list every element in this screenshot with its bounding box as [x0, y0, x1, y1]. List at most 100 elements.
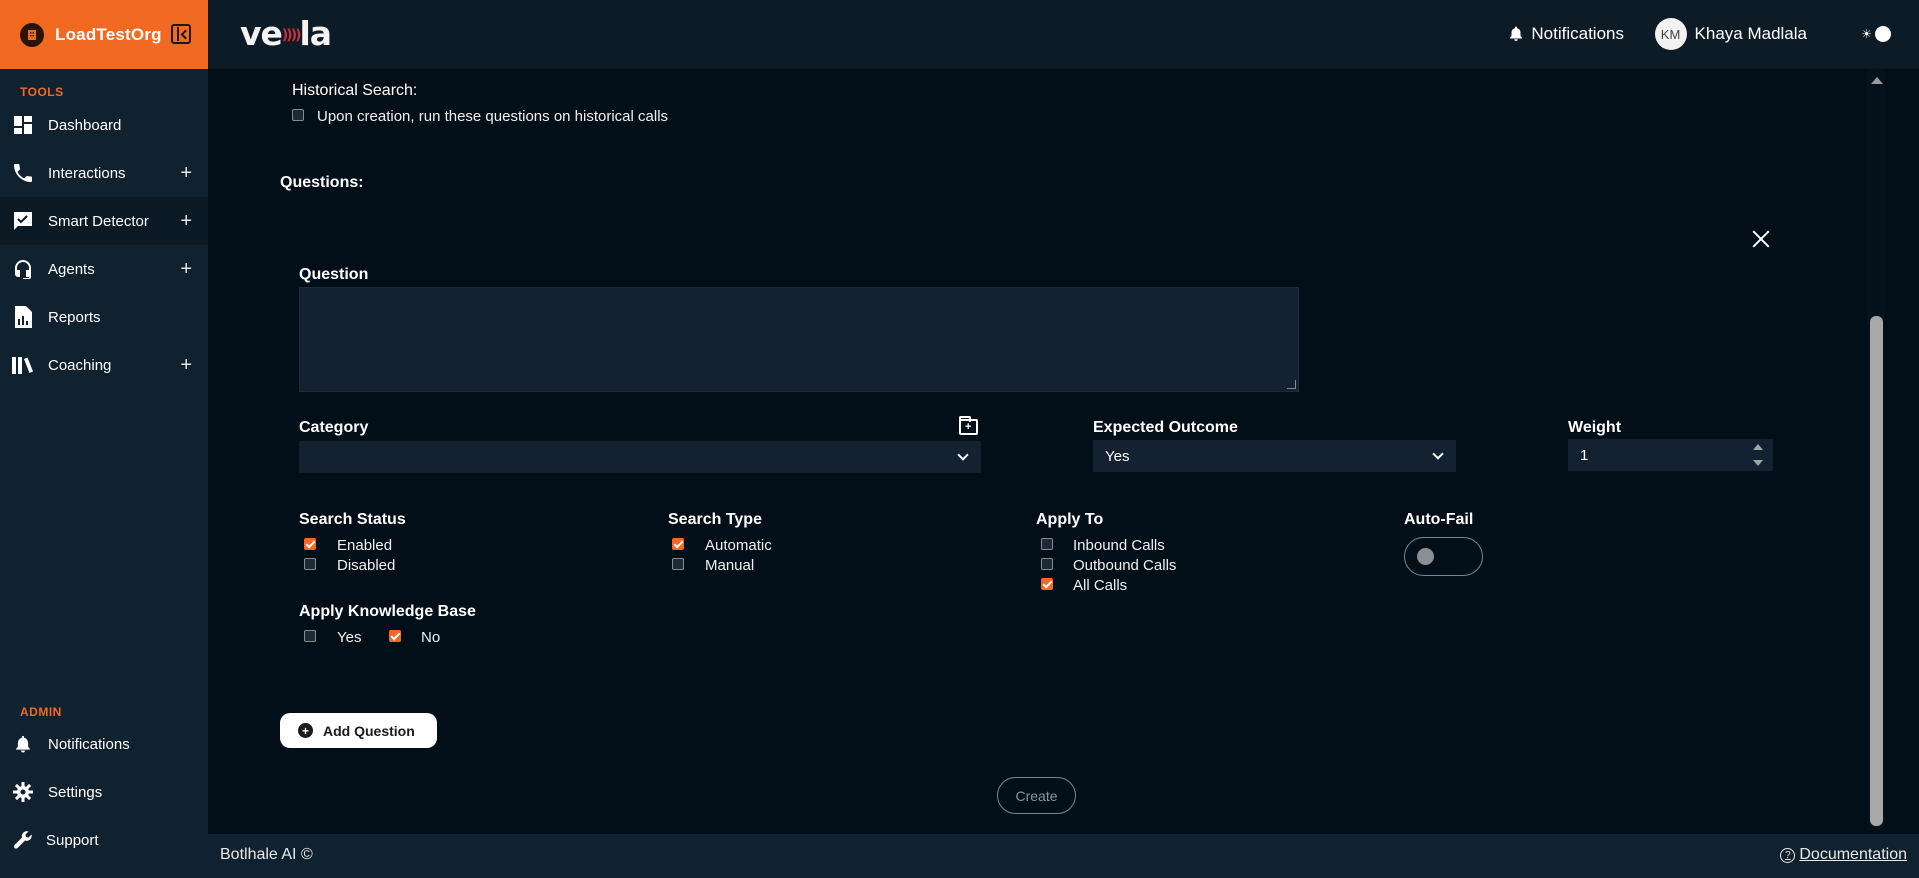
historical-search-label: Historical Search:: [292, 82, 418, 99]
org-switcher[interactable]: LoadTestOrg: [0, 0, 208, 69]
sidebar-item-label: Smart Detector: [48, 212, 149, 230]
weight-input[interactable]: 1: [1568, 439, 1773, 471]
expected-outcome-select[interactable]: Yes: [1093, 440, 1456, 472]
auto-fail-label: Auto-Fail: [1404, 511, 1474, 528]
question-label: Question: [299, 266, 369, 283]
tools-section-label: TOOLS: [20, 85, 64, 99]
books-icon: [12, 354, 34, 376]
sidebar-item-settings[interactable]: Settings: [0, 768, 208, 816]
add-folder-icon[interactable]: +: [959, 416, 978, 435]
knowledge-base-no-checkbox[interactable]: [389, 630, 401, 642]
weight-value: 1: [1580, 446, 1589, 464]
apply-to-outbound-checkbox[interactable]: [1041, 558, 1053, 570]
bell-icon: [12, 733, 34, 755]
apply-to-all-calls-label: All Calls: [1073, 577, 1128, 594]
chat-check-icon: [12, 210, 34, 232]
sidebar-item-reports[interactable]: Reports: [0, 293, 208, 341]
scroll-thumb[interactable]: [1870, 316, 1883, 826]
footer: Botlhale AI © ? Documentation: [208, 834, 1919, 878]
search-status-disabled-label: Disabled: [337, 557, 396, 574]
expected-outcome-value: Yes: [1105, 447, 1130, 465]
search-status-enabled-label: Enabled: [337, 537, 393, 554]
bell-icon: [1509, 26, 1523, 42]
expected-outcome-label: Expected Outcome: [1093, 419, 1238, 436]
vertical-scrollbar[interactable]: [1867, 69, 1885, 830]
apply-to-outbound-label: Outbound Calls: [1073, 557, 1177, 574]
documentation-link[interactable]: ? Documentation: [1780, 846, 1907, 864]
building-icon: [20, 22, 44, 47]
search-status-enabled-checkbox[interactable]: [304, 538, 316, 550]
apply-to-inbound-checkbox[interactable]: [1041, 538, 1053, 550]
chevron-down-icon: [1432, 448, 1444, 460]
stepper-icon[interactable]: [1753, 444, 1763, 466]
search-type-automatic-label: Automatic: [705, 537, 772, 554]
search-type-manual-checkbox[interactable]: [672, 558, 684, 570]
expand-plus-icon[interactable]: +: [180, 211, 192, 231]
admin-section-label: ADMIN: [20, 705, 62, 719]
create-label: Create: [1015, 787, 1058, 804]
sidebar-item-label: Agents: [48, 260, 95, 278]
apply-to-all-calls-checkbox[interactable]: [1041, 578, 1053, 590]
moon-icon: [1875, 26, 1891, 42]
header-notifications-button[interactable]: Notifications: [1509, 24, 1624, 44]
category-select[interactable]: [299, 441, 981, 473]
chevron-down-icon: [957, 449, 969, 461]
historical-search-checkbox[interactable]: [292, 109, 304, 121]
historical-search-option-label: Upon creation, run these questions on hi…: [317, 108, 669, 125]
footer-copyright: Botlhale AI ©: [220, 846, 313, 863]
add-question-label: Add Question: [323, 722, 415, 739]
expand-plus-icon[interactable]: +: [180, 163, 192, 183]
gear-icon: [12, 781, 34, 803]
auto-fail-toggle[interactable]: [1404, 537, 1483, 576]
add-question-button[interactable]: + Add Question: [280, 713, 437, 748]
help-icon: ?: [1780, 847, 1796, 863]
category-label: Category: [299, 419, 369, 436]
header-notifications-label: Notifications: [1531, 24, 1624, 43]
knowledge-base-no-label: No: [421, 629, 441, 646]
vela-logo[interactable]: ve))))la: [240, 14, 332, 53]
expand-plus-icon[interactable]: +: [180, 355, 192, 375]
user-name: Khaya Madlala: [1694, 24, 1807, 43]
sidebar-item-label: Notifications: [48, 735, 130, 753]
scroll-up-arrow-icon[interactable]: [1871, 77, 1883, 84]
toggle-knob: [1417, 548, 1434, 565]
sidebar-item-label: Dashboard: [48, 116, 122, 134]
wrench-icon: [12, 829, 34, 851]
sidebar-item-smart-detector[interactable]: Smart Detector +: [0, 197, 208, 245]
close-icon[interactable]: [1750, 228, 1772, 250]
resize-handle-icon[interactable]: [1287, 380, 1296, 389]
user-menu[interactable]: KM Khaya Madlala: [1654, 18, 1807, 50]
sidebar-item-interactions[interactable]: Interactions +: [0, 149, 208, 197]
sidebar-item-label: Settings: [48, 783, 103, 801]
plus-circle-icon: +: [298, 723, 313, 738]
report-icon: [12, 306, 34, 328]
sidebar-item-agents[interactable]: Agents +: [0, 245, 208, 293]
headset-icon: [12, 258, 34, 280]
search-type-automatic-checkbox[interactable]: [672, 538, 684, 550]
sidebar: TOOLS Dashboard Interactions + Smart Det…: [0, 69, 208, 878]
search-type-manual-label: Manual: [705, 557, 755, 574]
apply-to-label: Apply To: [1036, 511, 1104, 528]
documentation-label: Documentation: [1799, 846, 1907, 863]
phone-icon: [12, 162, 34, 184]
create-button[interactable]: Create: [997, 777, 1076, 814]
search-status-disabled-checkbox[interactable]: [304, 558, 316, 570]
sidebar-item-support[interactable]: Support: [0, 816, 208, 864]
apply-to-inbound-label: Inbound Calls: [1073, 537, 1165, 554]
knowledge-base-yes-checkbox[interactable]: [304, 630, 316, 642]
sidebar-item-label: Interactions: [48, 164, 126, 182]
avatar: KM: [1654, 18, 1687, 50]
sidebar-item-coaching[interactable]: Coaching +: [0, 341, 208, 389]
expand-plus-icon[interactable]: +: [180, 259, 192, 279]
sidebar-item-admin-notifications[interactable]: Notifications: [0, 720, 208, 768]
theme-toggle[interactable]: ☀: [1861, 26, 1891, 42]
sun-icon: ☀: [1861, 27, 1872, 41]
question-textarea[interactable]: [299, 287, 1299, 392]
top-header: ve))))la Notifications KM Khaya Madlala …: [208, 0, 1919, 69]
collapse-sidebar-icon[interactable]: [171, 24, 191, 44]
org-name: LoadTestOrg: [55, 24, 162, 44]
sidebar-item-dashboard[interactable]: Dashboard: [0, 101, 208, 149]
dashboard-icon: [12, 114, 34, 136]
sidebar-item-label: Support: [46, 831, 99, 849]
knowledge-base-label: Apply Knowledge Base: [299, 603, 476, 620]
